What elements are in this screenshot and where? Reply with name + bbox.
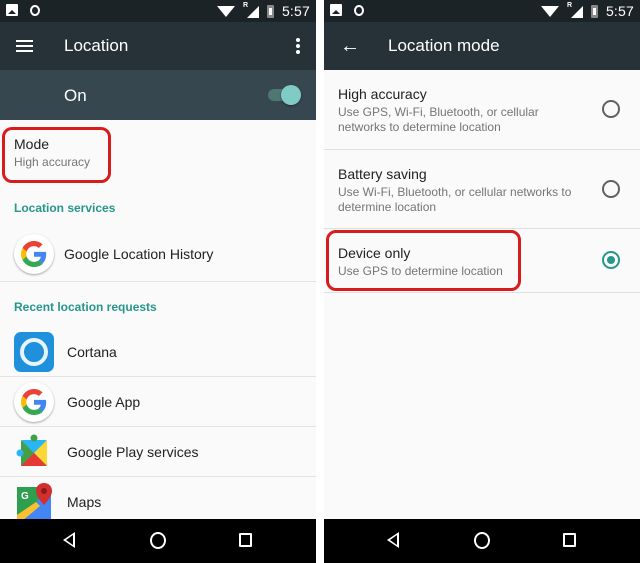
nav-recents-icon[interactable] (239, 533, 252, 547)
option-battery-saving[interactable]: Battery saving Use Wi-Fi, Bluetooth, or … (324, 150, 640, 229)
option-device-only[interactable]: Device only Use GPS to determine locatio… (324, 229, 640, 293)
location-master-switch-bar[interactable]: On (0, 70, 316, 120)
option-subtitle: Use GPS, Wi-Fi, Bluetooth, or cellular n… (338, 105, 539, 134)
menu-icon[interactable] (16, 40, 33, 52)
option-subtitle: Use Wi-Fi, Bluetooth, or cellular networ… (338, 185, 572, 214)
list-item-label: Cortana (67, 343, 117, 360)
status-time: 5:57 (605, 3, 634, 19)
section-header-recent-requests: Recent location requests (14, 300, 157, 314)
nav-recents-icon[interactable] (563, 533, 576, 547)
battery-charging-icon (266, 4, 274, 18)
cell-signal-roaming-icon: R (243, 2, 259, 18)
list-item-label: Google Location History (64, 246, 214, 262)
google-g-icon (14, 234, 54, 274)
option-title: Battery saving (338, 166, 427, 182)
switch-label: On (64, 86, 87, 105)
back-arrow-icon[interactable]: ← (340, 36, 360, 56)
status-time: 5:57 (281, 3, 310, 19)
page-title: Location mode (388, 36, 500, 55)
page-title: Location (64, 36, 129, 55)
red-highlight-outline (326, 230, 521, 291)
location-toggle[interactable] (268, 85, 301, 105)
list-item-label: Google Play services (67, 443, 199, 460)
google-maps-icon: G (14, 482, 54, 522)
svg-text:G: G (21, 491, 29, 502)
cell-signal-roaming-icon: R (567, 2, 583, 18)
list-item-google-play-services[interactable]: Google Play services (0, 427, 316, 477)
option-high-accuracy[interactable]: High accuracy Use GPS, Wi-Fi, Bluetooth,… (324, 70, 640, 150)
list-item-label: Google App (67, 393, 141, 410)
google-g-icon (14, 381, 54, 422)
nav-back-icon[interactable] (63, 532, 75, 548)
list-item-label: Maps (67, 494, 102, 510)
radio-button-selected[interactable] (602, 251, 620, 269)
nav-home-icon[interactable] (150, 532, 166, 549)
status-bar: R 5:57 (324, 0, 640, 22)
system-nav-bar (324, 519, 640, 563)
nav-back-icon[interactable] (387, 532, 399, 548)
shield-notification-icon (30, 4, 40, 16)
wifi-icon (540, 5, 559, 17)
list-item-google-app[interactable]: Google App (0, 377, 316, 427)
radio-button[interactable] (602, 100, 620, 118)
location-settings-screen: R 5:57 Location On Mode High accuracy Lo… (0, 0, 316, 563)
location-mode-screen: R 5:57 ← Location mode High accuracy Use… (324, 0, 640, 563)
wifi-icon (216, 5, 235, 17)
system-nav-bar (0, 519, 316, 563)
app-bar: Location (0, 22, 316, 70)
app-bar: ← Location mode (324, 22, 640, 70)
overflow-menu-icon[interactable] (296, 38, 300, 54)
image-notification-icon (6, 4, 18, 16)
cortana-icon (14, 331, 54, 372)
mode-setting[interactable]: Mode High accuracy (0, 120, 316, 190)
status-bar: R 5:57 (0, 0, 316, 22)
section-header-location-services: Location services (14, 201, 116, 215)
option-title: High accuracy (338, 86, 427, 102)
shield-notification-icon (354, 4, 364, 16)
toggle-thumb (281, 85, 301, 105)
nav-home-icon[interactable] (474, 532, 490, 549)
battery-charging-icon (590, 4, 598, 18)
google-play-services-icon (14, 432, 54, 472)
radio-button[interactable] (602, 180, 620, 198)
list-item-google-location-history[interactable]: Google Location History (0, 227, 316, 282)
red-highlight-outline (2, 127, 111, 183)
image-notification-icon (330, 4, 342, 16)
list-item-cortana[interactable]: Cortana (0, 327, 316, 377)
